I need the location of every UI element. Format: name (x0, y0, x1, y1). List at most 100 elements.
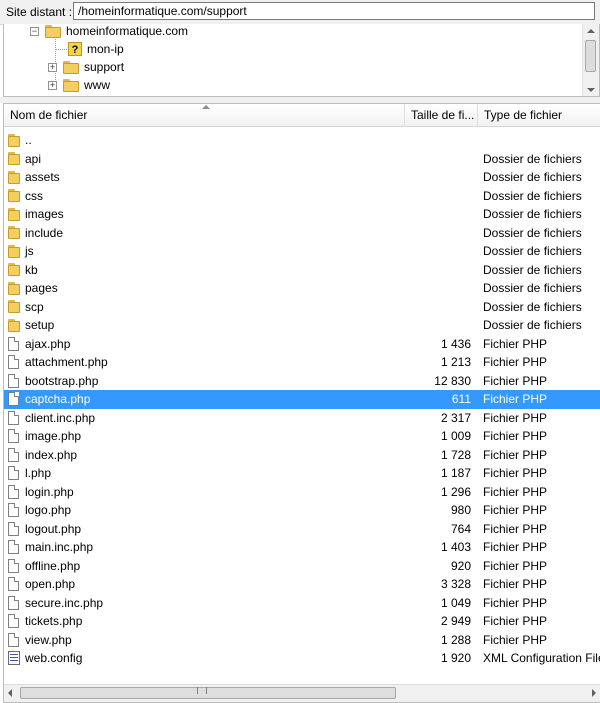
scroll-up-icon[interactable] (587, 29, 595, 33)
folder-icon (8, 318, 20, 332)
file-name-cell: kb (8, 261, 38, 279)
folder-icon (8, 226, 20, 239)
file-size: 764 (450, 521, 471, 536)
horizontal-scrollbar[interactable] (4, 684, 600, 702)
file-name-cell: index.php (8, 446, 77, 464)
column-header-size[interactable]: Taille de fi... (405, 104, 478, 126)
file-icon (8, 429, 19, 443)
file-row[interactable]: bootstrap.php 12 830 Fichier PHP (4, 372, 600, 391)
file-row[interactable]: l.php 1 187 Fichier PHP (4, 464, 600, 483)
file-type: Dossier de fichiers (483, 207, 582, 221)
remote-path-input[interactable] (73, 2, 595, 20)
file-name: include (25, 225, 64, 240)
file-row[interactable]: include Dossier de fichiers (4, 224, 600, 243)
file-row[interactable]: assets Dossier de fichiers (4, 168, 600, 187)
file-name-cell: logout.php (8, 520, 81, 538)
file-name-cell: pages (8, 279, 58, 297)
file-row[interactable]: scp Dossier de fichiers (4, 298, 600, 317)
file-row[interactable]: web.config 1 920 XML Configuration File (4, 649, 600, 668)
file-row[interactable]: index.php 1 728 Fichier PHP (4, 446, 600, 465)
sort-ascending-icon (202, 105, 210, 109)
file-row[interactable]: logout.php 764 Fichier PHP (4, 520, 600, 539)
file-icon (8, 447, 19, 462)
file-type: Dossier de fichiers (483, 281, 582, 295)
file-row[interactable]: api Dossier de fichiers (4, 150, 600, 169)
file-type: Fichier PHP (483, 466, 548, 480)
file-name-cell: client.inc.php (8, 409, 95, 427)
file-name: image.php (25, 429, 82, 443)
collapse-icon[interactable]: − (30, 26, 39, 36)
scroll-left-icon[interactable] (8, 689, 12, 697)
tree-item-root[interactable]: − homeinformatique.com (30, 24, 188, 40)
file-list[interactable]: Nom de fichier Taille de fi... Type de f… (3, 103, 600, 703)
file-row[interactable]: image.php 1 009 Fichier PHP (4, 427, 600, 446)
file-row[interactable]: open.php 3 328 Fichier PHP (4, 575, 600, 594)
file-row[interactable]: secure.inc.php 1 049 Fichier PHP (4, 594, 600, 613)
tree-item-www[interactable]: + www (48, 76, 110, 94)
file-size: 1 288 (440, 632, 471, 647)
file-row[interactable]: main.inc.php 1 403 Fichier PHP (4, 538, 600, 557)
file-type: Fichier PHP (483, 392, 548, 406)
file-row[interactable]: tickets.php 2 949 Fichier PHP (4, 612, 600, 631)
scroll-down-icon[interactable] (587, 88, 595, 92)
file-icon (8, 373, 19, 388)
file-name-cell: assets (8, 168, 60, 186)
tree-item-mon-ip[interactable]: ? mon-ip (68, 40, 124, 58)
file-row[interactable]: attachment.php 1 213 Fichier PHP (4, 353, 600, 372)
file-row[interactable]: ajax.php 1 436 Fichier PHP (4, 335, 600, 354)
tree-scrollbar[interactable] (582, 24, 599, 96)
file-size: 1 920 (440, 651, 471, 665)
folder-icon (8, 300, 20, 313)
file-size: 1 403 (440, 540, 471, 554)
unknown-folder-icon: ? (68, 42, 82, 56)
file-row[interactable]: css Dossier de fichiers (4, 187, 600, 206)
file-name-cell: setup (8, 316, 54, 334)
file-name-cell: login.php (8, 483, 74, 501)
file-name-cell: main.inc.php (8, 538, 93, 556)
tree-item-support[interactable]: + support (48, 58, 124, 76)
file-icon (8, 410, 19, 425)
file-row[interactable]: view.php 1 288 Fichier PHP (4, 631, 600, 650)
folder-icon (63, 78, 79, 92)
folder-icon (8, 207, 20, 221)
file-name-cell: attachment.php (8, 353, 108, 371)
scroll-thumb[interactable] (20, 687, 396, 699)
scroll-right-icon[interactable] (592, 689, 596, 697)
scroll-thumb[interactable] (585, 40, 596, 72)
expand-icon[interactable]: + (48, 80, 57, 90)
file-type: Fichier PHP (483, 484, 548, 499)
folder-icon (8, 189, 20, 202)
file-row[interactable]: js Dossier de fichiers (4, 242, 600, 261)
file-row[interactable]: offline.php 920 Fichier PHP (4, 557, 600, 576)
remote-site-label: Site distant : (6, 5, 73, 19)
file-size: 2 317 (440, 410, 471, 425)
file-name-cell: web.config (8, 649, 82, 667)
file-icon (8, 521, 19, 536)
file-row[interactable]: client.inc.php 2 317 Fichier PHP (4, 409, 600, 428)
file-type: Fichier PHP (483, 373, 548, 388)
expand-icon[interactable]: + (48, 62, 57, 72)
file-name: assets (25, 170, 60, 184)
file-row[interactable]: login.php 1 296 Fichier PHP (4, 483, 600, 502)
file-name-cell: secure.inc.php (8, 594, 103, 612)
file-row[interactable]: pages Dossier de fichiers (4, 279, 600, 298)
remote-tree[interactable]: − homeinformatique.com ? mon-ip + suppor… (3, 24, 600, 97)
file-row[interactable]: .. (4, 131, 600, 150)
folder-icon (8, 263, 20, 276)
remote-site-bar: Site distant : (0, 0, 600, 25)
column-header-type[interactable]: Type de fichier (478, 104, 600, 126)
column-header-label: Taille de fi... (411, 108, 475, 122)
file-name: client.inc.php (25, 410, 96, 425)
file-row[interactable]: images Dossier de fichiers (4, 205, 600, 224)
file-name-cell: scp (8, 298, 44, 316)
file-row[interactable]: setup Dossier de fichiers (4, 316, 600, 335)
file-row[interactable]: captcha.php 611 Fichier PHP (4, 390, 600, 409)
file-name: index.php (25, 447, 78, 462)
file-name: login.php (25, 484, 74, 499)
file-type: Fichier PHP (483, 429, 548, 443)
file-size: 3 328 (440, 577, 471, 591)
file-name-cell: image.php (8, 427, 81, 445)
file-size: 920 (450, 558, 471, 573)
file-row[interactable]: kb Dossier de fichiers (4, 261, 600, 280)
file-row[interactable]: logo.php 980 Fichier PHP (4, 501, 600, 520)
